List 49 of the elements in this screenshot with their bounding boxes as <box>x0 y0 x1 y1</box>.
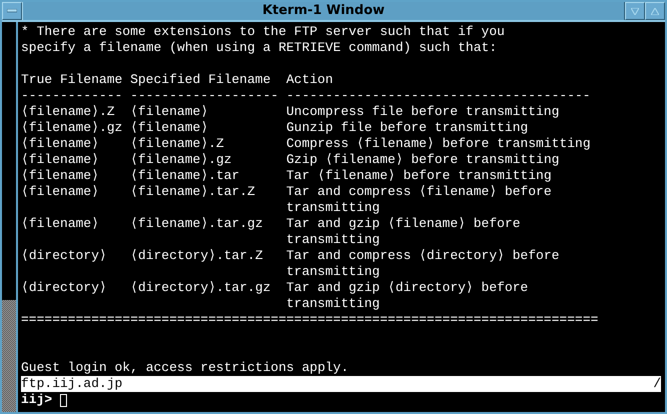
up-triangle-icon <box>651 8 659 14</box>
table-cell-text: Tar and compress ⟨directory⟩ before transmitting <box>286 248 560 280</box>
table-cell-text: ⟨directory⟩.tar.Z <box>130 248 264 265</box>
window-menu-button[interactable] <box>2 2 22 20</box>
dashed-rule: ------------- <box>21 88 124 104</box>
double-rule: ========================================================================== <box>21 312 600 328</box>
table-cell-text: ⟨filename⟩ <box>21 216 100 233</box>
table-cell-text: Tar and gzip ⟨directory⟩ before transmitting <box>286 280 530 312</box>
table-cell-text: ⟨filename⟩.tar.gz <box>130 216 264 233</box>
host-name: ftp.iij.ad.jp <box>21 376 122 392</box>
table-cell-text: Tar and gzip ⟨filename⟩ before transmitting <box>286 216 522 248</box>
table-cell-text: ⟨filename⟩.tar.Z <box>130 184 256 201</box>
table-cell-text: ⟨filename⟩ <box>21 168 100 184</box>
minus-icon <box>7 9 17 13</box>
table-cell-text: ⟨filename⟩ <box>21 184 100 201</box>
column-header: Specified Filename <box>130 72 272 88</box>
terminal-text: Guest login ok, access restrictions apply. <box>21 360 350 376</box>
maximize-button[interactable] <box>645 2 665 20</box>
column-header: Action <box>286 72 334 88</box>
table-cell-text: Gunzip file before transmitting <box>286 120 530 136</box>
table-cell-text: Tar and compress ⟨filename⟩ before transmitting <box>286 184 553 216</box>
prompt-text: iij> <box>21 392 52 408</box>
table-cell-text: ⟨filename⟩.Z <box>21 104 116 120</box>
dashed-rule: ------------------- <box>130 88 280 104</box>
table-cell-text: ⟨filename⟩.Z <box>130 136 225 152</box>
terminal-text: specify a filename (when using a RETRIEVE command) such that: <box>21 40 498 56</box>
table-cell-text: ⟨filename⟩ <box>130 104 210 120</box>
table-cell-text: ⟨filename⟩.gz <box>130 152 233 168</box>
dashed-rule: --------------------------------------- <box>286 88 592 104</box>
column-header: True Filename <box>21 72 124 88</box>
status-marker: / <box>653 376 661 392</box>
scrollbar[interactable] <box>2 22 18 412</box>
terminal-text: * There are some extensions to the FTP server such that if you <box>21 24 506 40</box>
cursor-icon <box>60 394 68 406</box>
table-cell-text: ⟨filename⟩ <box>21 152 100 168</box>
minimize-button[interactable] <box>625 2 645 20</box>
table-cell-text: ⟨filename⟩ <box>130 120 210 136</box>
table-cell-text: Gzip ⟨filename⟩ before transmitting <box>286 152 560 168</box>
table-cell-text: ⟨directory⟩ <box>21 280 108 297</box>
table-cell-text: Uncompress file before transmitting <box>286 104 560 120</box>
table-cell-text: ⟨filename⟩.gz <box>21 120 124 136</box>
down-triangle-icon <box>631 8 639 14</box>
table-cell-text: ⟨filename⟩ <box>21 136 100 152</box>
table-cell-text: ⟨directory⟩ <box>21 248 108 265</box>
table-cell-text: Tar ⟨filename⟩ before transmitting <box>286 168 553 184</box>
table-cell-text: Compress ⟨filename⟩ before transmitting <box>286 136 592 152</box>
table-cell-text: ⟨directory⟩.tar.gz <box>130 280 272 297</box>
scrollbar-thumb[interactable] <box>2 300 16 412</box>
table-cell-text: ⟨filename⟩.tar <box>130 168 240 184</box>
